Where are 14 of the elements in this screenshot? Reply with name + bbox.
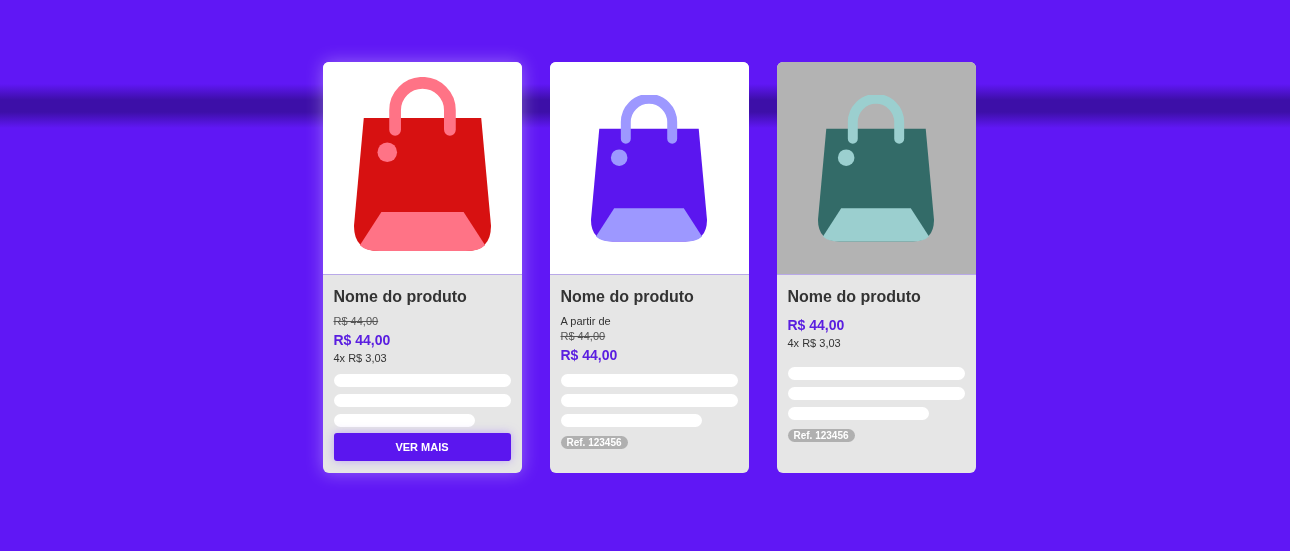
reference-tag: Ref. 123456 xyxy=(787,429,855,442)
product-name: Nome do produto xyxy=(333,288,467,306)
installment-price: 4x R$ 3,03 xyxy=(787,336,841,351)
old-price: R$ 44,00 xyxy=(333,314,379,329)
price-prefix: A partir de xyxy=(560,314,611,329)
product-name: Nome do produto xyxy=(787,288,921,306)
see-more-button[interactable]: VER MAIS xyxy=(333,433,511,461)
reference-tag: Ref. 123456 xyxy=(560,436,628,449)
product-name: Nome do produto xyxy=(560,288,694,306)
product-price: R$ 44,00 xyxy=(787,316,845,335)
product-price: R$ 44,00 xyxy=(560,346,618,365)
installment-price: 4x R$ 3,03 xyxy=(333,351,387,366)
old-price: R$ 44,00 xyxy=(560,329,606,344)
product-price: R$ 44,00 xyxy=(333,331,391,350)
